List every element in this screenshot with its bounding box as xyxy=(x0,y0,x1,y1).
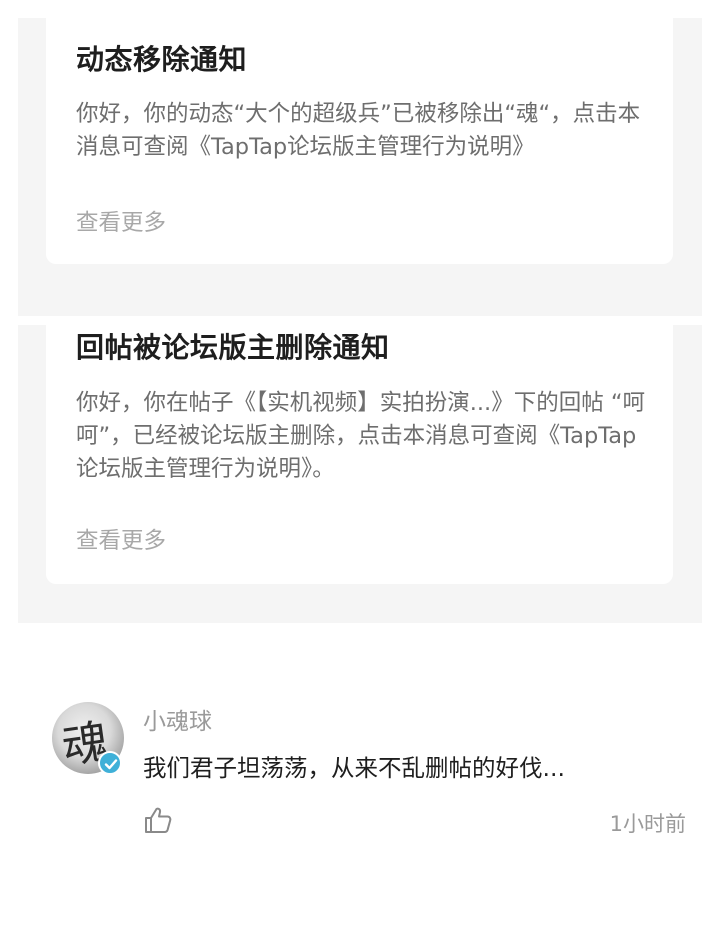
notification-body: 你好，你的动态“大个的超级兵”已被移除出“魂“，点击本消息可查阅《TapTap论… xyxy=(76,101,641,160)
notification-title: 回帖被论坛版主删除通知 xyxy=(76,331,390,364)
comment-time: 1小时前 xyxy=(609,812,686,836)
notification-card[interactable]: 回帖被论坛版主删除通知 你好，你在帖子《【实机视频】实拍扮演...》下的回帖 “… xyxy=(46,325,673,584)
notification-body: 你好，你在帖子《【实机视频】实拍扮演...》下的回帖 “呵呵”，已经被论坛版主删… xyxy=(76,390,646,482)
notification-panel-1: 动态移除通知 你好，你的动态“大个的超级兵”已被移除出“魂“，点击本消息可查阅《… xyxy=(18,0,702,316)
comment-text: 我们君子坦荡荡，从来不乱删帖的好伐... xyxy=(143,754,565,782)
view-more-link[interactable]: 查看更多 xyxy=(76,523,166,555)
thumbs-up-icon[interactable] xyxy=(143,805,173,835)
view-more-link[interactable]: 查看更多 xyxy=(76,205,166,237)
comment-username[interactable]: 小魂球 xyxy=(143,702,212,736)
comment-item: 魂 小魂球 我们君子坦荡荡，从来不乱删帖的好伐... 1小时前 xyxy=(0,690,720,850)
verified-badge-icon xyxy=(98,751,122,775)
notification-panel-2: 回帖被论坛版主删除通知 你好，你在帖子《【实机视频】实拍扮演...》下的回帖 “… xyxy=(18,325,702,623)
notification-card[interactable]: 动态移除通知 你好，你的动态“大个的超级兵”已被移除出“魂“，点击本消息可查阅《… xyxy=(46,0,673,264)
notification-title: 动态移除通知 xyxy=(76,43,248,76)
